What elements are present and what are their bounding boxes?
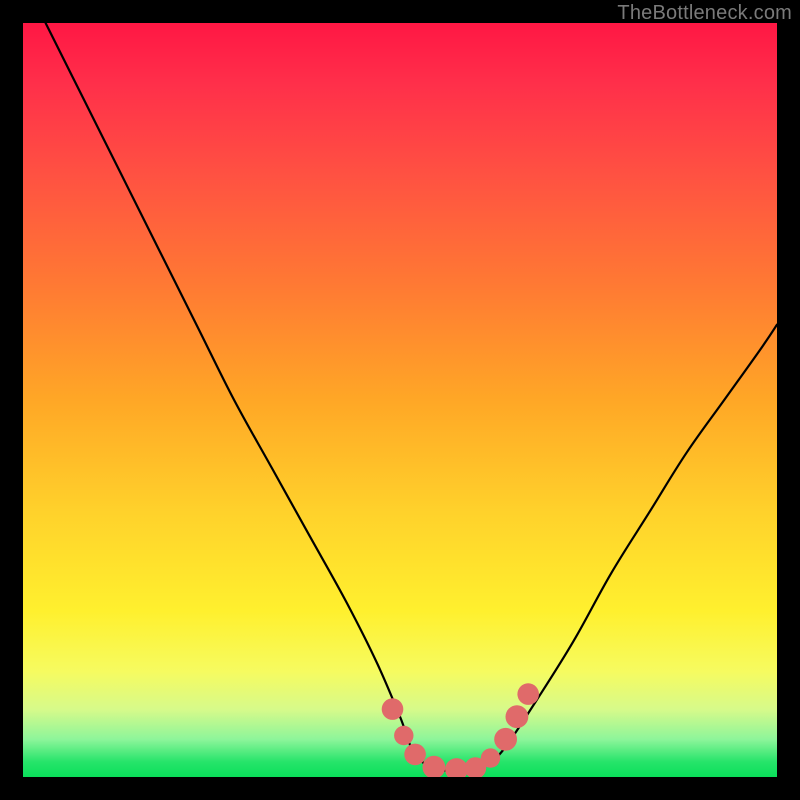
valley-markers <box>382 683 539 777</box>
valley-marker <box>506 705 529 728</box>
bottleneck-curve <box>46 23 777 771</box>
watermark-text: TheBottleneck.com <box>617 2 792 25</box>
valley-marker <box>382 698 404 720</box>
curve-layer <box>23 23 777 777</box>
valley-marker <box>404 744 426 766</box>
chart-frame: TheBottleneck.com <box>0 0 800 800</box>
plot-area <box>23 23 777 777</box>
valley-marker <box>481 748 500 767</box>
valley-marker <box>494 728 517 751</box>
valley-marker <box>423 756 446 777</box>
valley-marker <box>394 726 413 745</box>
valley-marker <box>445 758 468 777</box>
valley-marker <box>517 683 539 705</box>
